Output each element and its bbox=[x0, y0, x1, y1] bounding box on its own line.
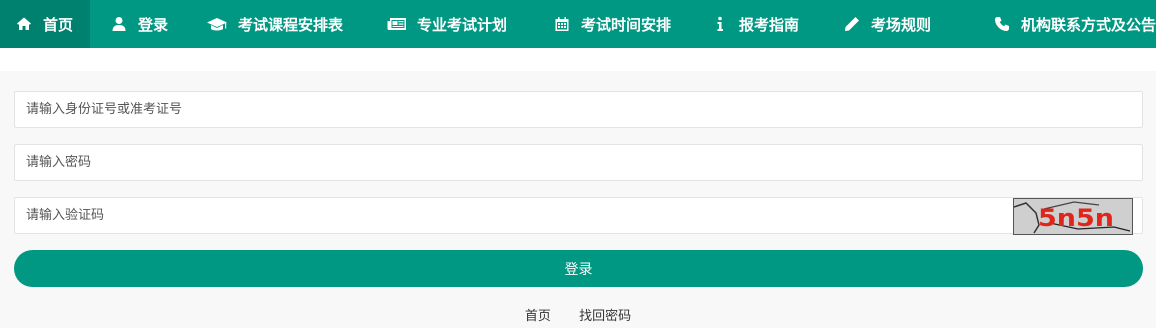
captcha-text: 5n5n bbox=[1038, 204, 1114, 232]
newspaper-icon bbox=[387, 15, 407, 33]
password-field-wrapper bbox=[14, 144, 1143, 181]
home-link[interactable]: 首页 bbox=[525, 309, 551, 324]
nav-item-label: 报考指南 bbox=[739, 15, 800, 34]
calendar-icon bbox=[553, 15, 571, 33]
nav-item-home[interactable]: 首页 bbox=[0, 0, 90, 48]
user-icon bbox=[110, 15, 128, 33]
nav-item-label: 考试课程安排表 bbox=[238, 15, 344, 34]
captcha-field-wrapper: 5n5n bbox=[14, 197, 1143, 235]
footer-links: 首页 找回密码 bbox=[0, 305, 1156, 324]
nav-item-label: 考试时间安排 bbox=[581, 15, 672, 34]
nav-item-exam-plan[interactable]: 专业考试计划 bbox=[374, 0, 537, 48]
nav-item-exam-time[interactable]: 考试时间安排 bbox=[537, 0, 700, 48]
nav-item-login[interactable]: 登录 bbox=[90, 0, 178, 48]
info-icon bbox=[711, 15, 729, 33]
phone-icon bbox=[994, 15, 1011, 33]
top-nav: 首页 登录 考试课程安排表 专业考试计划 考试时间安排 报考指南 考场规则 机构… bbox=[0, 0, 1156, 48]
nav-item-course-schedule[interactable]: 考试课程安排表 bbox=[178, 0, 374, 48]
login-panel: 5n5n 登录 首页 找回密码 bbox=[0, 71, 1156, 328]
password-input[interactable] bbox=[15, 145, 1142, 180]
home-icon bbox=[15, 15, 33, 33]
login-button[interactable]: 登录 bbox=[14, 250, 1143, 287]
id-number-input[interactable] bbox=[15, 92, 1142, 127]
nav-item-label: 首页 bbox=[43, 15, 74, 34]
nav-item-label: 登录 bbox=[138, 15, 169, 34]
nav-item-guide[interactable]: 报考指南 bbox=[700, 0, 816, 48]
nav-item-label: 机构联系方式及公告 bbox=[1020, 15, 1156, 34]
nav-item-rules[interactable]: 考场规则 bbox=[816, 0, 949, 48]
pencil-icon bbox=[843, 15, 861, 33]
captcha-input[interactable] bbox=[15, 198, 1015, 233]
recover-password-link[interactable]: 找回密码 bbox=[579, 309, 631, 324]
nav-item-contact[interactable]: 机构联系方式及公告 bbox=[949, 0, 1156, 48]
nav-item-label: 专业考试计划 bbox=[417, 15, 508, 34]
graduation-cap-icon bbox=[206, 15, 228, 33]
id-field-wrapper bbox=[14, 91, 1143, 128]
nav-item-label: 考场规则 bbox=[871, 15, 932, 34]
captcha-image[interactable]: 5n5n bbox=[1013, 198, 1133, 235]
